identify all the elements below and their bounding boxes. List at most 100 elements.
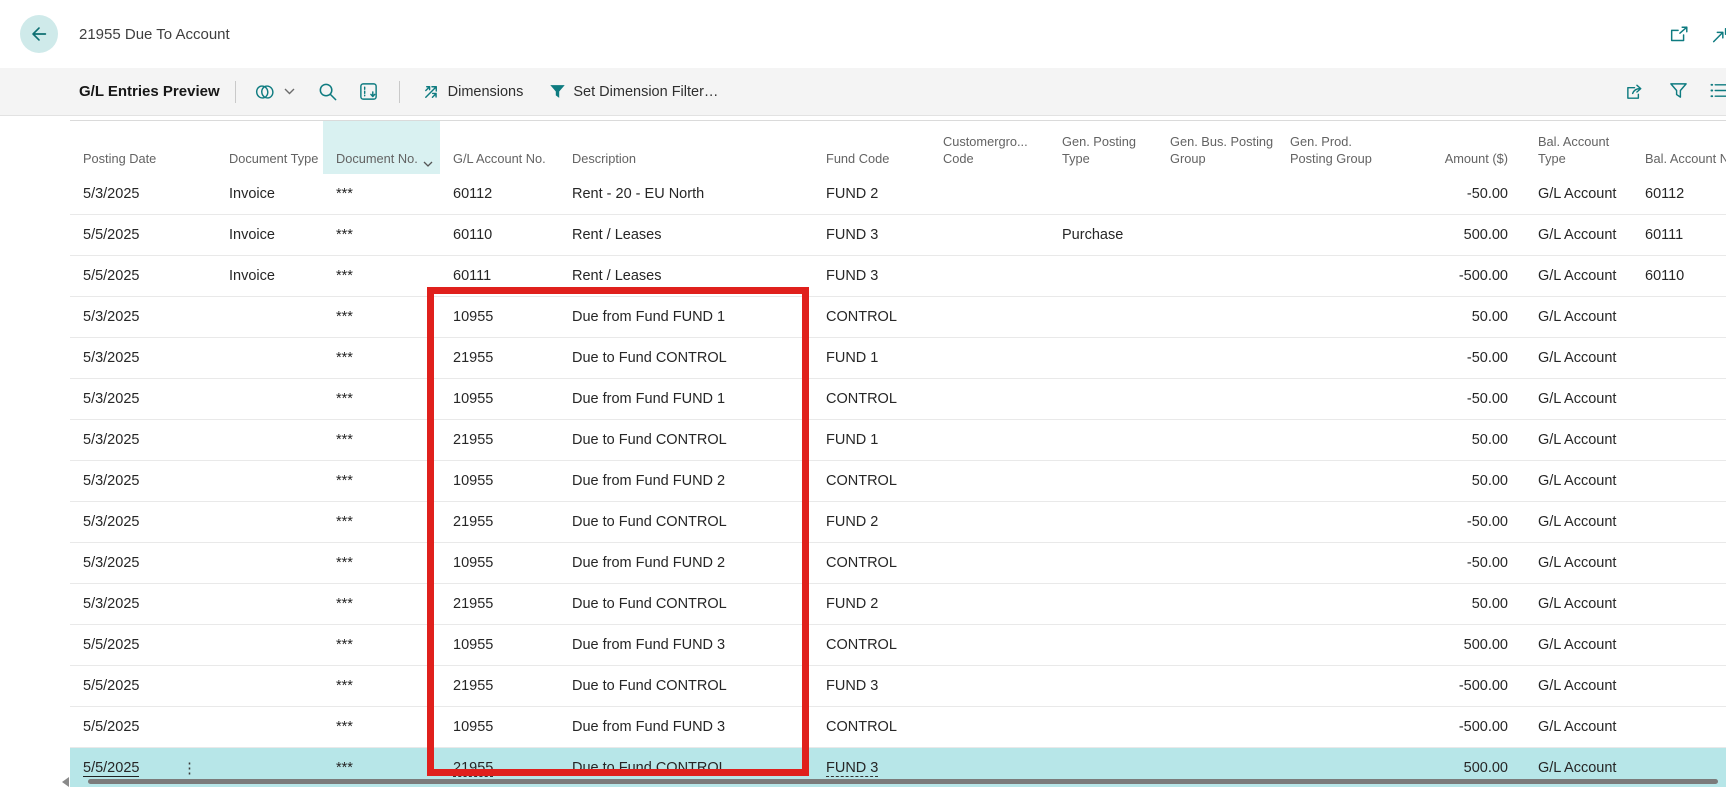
column-header-doc-no[interactable]: Document No. [323, 121, 440, 175]
cell-bal-account-no[interactable] [1630, 543, 1726, 583]
table-row[interactable]: 5/3/2025***21955Due to Fund CONTROLFUND … [70, 502, 1726, 543]
cell-doc-no[interactable]: *** [323, 502, 440, 542]
table-row[interactable]: 5/3/2025 ***21955Due to Fund CONTROLFUND … [70, 584, 1726, 625]
cell-doc-type[interactable]: Invoice [216, 215, 323, 255]
cell-description[interactable]: Rent / Leases [559, 215, 813, 255]
cell-customer-group-code[interactable] [930, 666, 1049, 706]
cell-customer-group-code[interactable] [930, 420, 1049, 460]
cell-description[interactable]: Due from Fund FUND 3 [559, 625, 813, 665]
cell-customer-group-code[interactable] [930, 625, 1049, 665]
cell-doc-type[interactable] [216, 625, 323, 665]
cell-gen-posting-type[interactable] [1049, 461, 1157, 501]
table-row[interactable]: 5/3/2025***10955Due from Fund FUND 1CONT… [70, 297, 1726, 338]
cell-gen-bus-posting-group[interactable] [1157, 502, 1277, 542]
cell-gen-bus-posting-group[interactable] [1157, 379, 1277, 419]
column-header-description[interactable]: Description [559, 121, 813, 175]
cell-doc-type[interactable] [216, 707, 323, 747]
cell-bal-account-type[interactable]: G/L Account [1510, 666, 1630, 706]
cell-gl-account-no[interactable]: 60110 [440, 215, 559, 255]
cell-gen-posting-type[interactable] [1049, 543, 1157, 583]
cell-bal-account-no[interactable] [1630, 379, 1726, 419]
cell-gen-prod-posting-group[interactable] [1277, 420, 1385, 460]
cell-bal-account-type[interactable]: G/L Account [1510, 707, 1630, 747]
cell-posting-date[interactable]: 5/3/2025 [70, 502, 216, 542]
table-row[interactable]: 5/3/2025***10955Due from Fund FUND 2CONT… [70, 543, 1726, 584]
cell-gl-account-no[interactable]: 60112 [440, 174, 559, 214]
cell-bal-account-no[interactable] [1630, 420, 1726, 460]
cell-doc-type[interactable]: Invoice [216, 174, 323, 214]
cell-posting-date[interactable]: 5/5/2025 [70, 707, 216, 747]
cell-amount[interactable]: -500.00 [1385, 666, 1510, 706]
column-header-amount[interactable]: Amount ($) [1385, 121, 1510, 175]
cell-posting-date[interactable]: 5/3/2025 [70, 338, 216, 378]
cell-fund-code[interactable]: FUND 2 [813, 174, 930, 214]
cell-fund-code[interactable]: FUND 2 [813, 584, 930, 624]
cell-bal-account-type[interactable]: G/L Account [1510, 502, 1630, 542]
cell-doc-no[interactable]: *** [323, 461, 440, 501]
cell-gen-posting-type[interactable] [1049, 420, 1157, 460]
cell-bal-account-type[interactable]: G/L Account [1510, 215, 1630, 255]
share-icon[interactable] [1624, 81, 1647, 102]
analyze-icon[interactable] [358, 81, 379, 102]
cell-bal-account-no[interactable] [1630, 461, 1726, 501]
cell-gen-prod-posting-group[interactable] [1277, 338, 1385, 378]
cell-gl-account-no[interactable]: 21955 [440, 420, 559, 460]
cell-doc-no[interactable]: *** [323, 174, 440, 214]
column-header-bal-account-type[interactable]: Bal. Account Type [1510, 121, 1630, 175]
cell-bal-account-type[interactable]: G/L Account [1510, 625, 1630, 665]
cell-gen-bus-posting-group[interactable] [1157, 174, 1277, 214]
cell-gen-prod-posting-group[interactable] [1277, 256, 1385, 296]
cell-doc-no[interactable]: *** [323, 297, 440, 337]
table-row[interactable]: 5/5/2025Invoice***60111Rent / LeasesFUND… [70, 256, 1726, 297]
cell-bal-account-no[interactable] [1630, 625, 1726, 665]
cell-doc-type[interactable] [216, 297, 323, 337]
column-header-gen-prod-posting-group[interactable]: Gen. Prod. Posting Group [1277, 121, 1385, 175]
cell-bal-account-type[interactable]: G/L Account [1510, 297, 1630, 337]
cell-doc-no[interactable]: *** [323, 666, 440, 706]
cell-posting-date[interactable]: 5/3/2025 [70, 420, 216, 460]
cell-amount[interactable]: -50.00 [1385, 338, 1510, 378]
cell-doc-no[interactable]: *** [323, 379, 440, 419]
cell-doc-type[interactable] [216, 543, 323, 583]
table-row[interactable]: 5/3/2025***10955Due from Fund FUND 1CONT… [70, 379, 1726, 420]
cell-bal-account-no[interactable]: 60111 [1630, 215, 1726, 255]
cell-doc-type[interactable] [216, 338, 323, 378]
cell-gl-account-no[interactable]: 21955 [440, 584, 559, 624]
cell-doc-type[interactable] [216, 584, 323, 624]
cell-gen-bus-posting-group[interactable] [1157, 666, 1277, 706]
cell-customer-group-code[interactable] [930, 461, 1049, 501]
cell-doc-no[interactable]: *** [323, 584, 440, 624]
cell-gen-prod-posting-group[interactable] [1277, 502, 1385, 542]
column-header-doc-type[interactable]: Document Type [216, 121, 323, 175]
cell-fund-code[interactable]: FUND 3 [813, 256, 930, 296]
cell-customer-group-code[interactable] [930, 502, 1049, 542]
cell-gen-bus-posting-group[interactable] [1157, 584, 1277, 624]
cell-gl-account-no[interactable]: 21955 [440, 502, 559, 542]
cell-customer-group-code[interactable] [930, 215, 1049, 255]
cell-posting-date[interactable]: 5/3/2025 [70, 584, 216, 624]
cell-bal-account-no[interactable] [1630, 666, 1726, 706]
cell-doc-type[interactable] [216, 461, 323, 501]
cell-gen-posting-type[interactable] [1049, 666, 1157, 706]
cell-doc-type[interactable]: Invoice [216, 256, 323, 296]
cell-amount[interactable]: 50.00 [1385, 297, 1510, 337]
table-row[interactable]: 5/3/2025***21955Due to Fund CONTROLFUND … [70, 338, 1726, 379]
cell-gen-prod-posting-group[interactable] [1277, 543, 1385, 583]
cell-doc-no[interactable]: *** [323, 625, 440, 665]
cell-gen-posting-type[interactable] [1049, 174, 1157, 214]
cell-gen-posting-type[interactable] [1049, 625, 1157, 665]
cell-bal-account-no[interactable] [1630, 584, 1726, 624]
cell-gen-prod-posting-group[interactable] [1277, 379, 1385, 419]
related-entries-button[interactable] [253, 81, 295, 103]
cell-doc-no[interactable]: *** [323, 543, 440, 583]
cell-description[interactable]: Due from Fund FUND 1 [559, 379, 813, 419]
cell-gl-account-no[interactable]: 10955 [440, 707, 559, 747]
cell-gen-bus-posting-group[interactable] [1157, 461, 1277, 501]
cell-bal-account-no[interactable]: 60110 [1630, 256, 1726, 296]
cell-description[interactable]: Due to Fund CONTROL [559, 584, 813, 624]
cell-bal-account-type[interactable]: G/L Account [1510, 174, 1630, 214]
cell-gl-account-no[interactable]: 60111 [440, 256, 559, 296]
cell-bal-account-type[interactable]: G/L Account [1510, 338, 1630, 378]
cell-customer-group-code[interactable] [930, 338, 1049, 378]
cell-bal-account-no[interactable]: 60112 [1630, 174, 1726, 214]
